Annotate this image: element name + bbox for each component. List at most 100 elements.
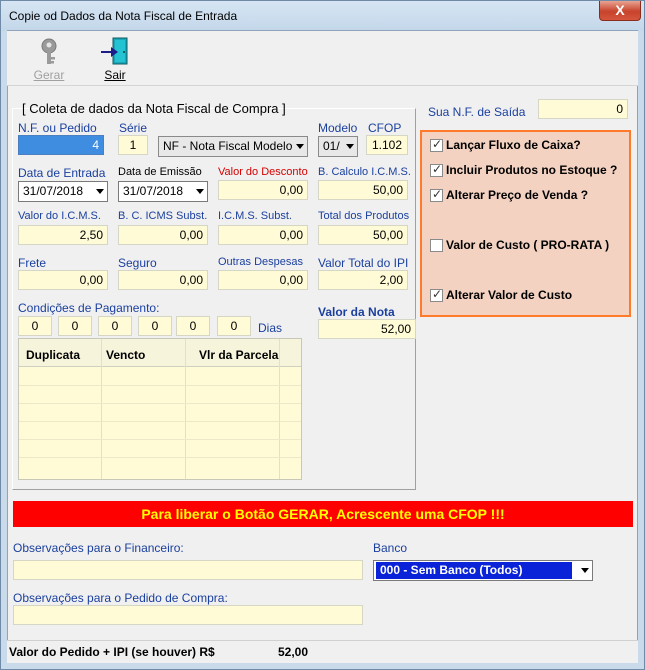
grid-separator <box>185 339 186 479</box>
exit-door-icon <box>101 37 128 65</box>
frete-label: Frete <box>18 256 47 270</box>
alterar-preco-checkbox[interactable]: Alterar Preço de Venda ? <box>430 187 630 204</box>
nf-pedido-label: N.F. ou Pedido <box>18 121 97 135</box>
obs-financeiro-field[interactable] <box>13 560 363 580</box>
total-pedido-label: Valor do Pedido + IPI (se houver) R$ <box>9 645 215 659</box>
condicoes-label: Condições de Pagamento: <box>18 301 160 315</box>
tipo-nota-value: NF - Nota Fiscal Modelo <box>163 139 293 153</box>
lancar-fluxo-checkbox[interactable]: Lançar Fluxo de Caixa? <box>430 137 630 154</box>
seguro-label: Seguro <box>118 256 157 270</box>
condicao-field-6[interactable]: 0 <box>217 316 251 336</box>
modelo-select[interactable]: 01/ <box>318 136 358 157</box>
valor-ipi-label: Valor Total do IPI <box>318 256 409 270</box>
duplicatas-grid[interactable]: Duplicata Vencto Vlr da Parcela <box>18 338 302 480</box>
chevron-down-icon <box>346 144 354 149</box>
grid-row-line <box>19 439 301 440</box>
gerar-button[interactable]: Gerar <box>24 36 74 82</box>
condicao-field-2[interactable]: 0 <box>58 316 92 336</box>
checkbox-box[interactable] <box>430 187 443 202</box>
banco-label: Banco <box>373 541 408 555</box>
obs-pedido-label: Observações para o Pedido de Compra: <box>13 591 228 605</box>
checkbox-box[interactable] <box>430 137 443 152</box>
sair-label: Sair <box>104 68 126 82</box>
chevron-down-icon <box>581 568 589 573</box>
cfop-warning-banner: Para liberar o Botão GERAR, Acrescente u… <box>13 501 633 527</box>
data-entrada-value: 31/07/2018 <box>23 184 84 198</box>
option-label: Valor de Custo ( PRO-RATA ) <box>446 238 610 252</box>
data-emissao-value: 31/07/2018 <box>123 184 184 198</box>
valor-icms-field[interactable]: 2,50 <box>18 225 108 245</box>
alterar-custo-checkbox[interactable]: Alterar Valor de Custo <box>430 287 630 304</box>
base-icms-st-field[interactable]: 0,00 <box>118 225 208 245</box>
sua-nf-label: Sua N.F. de Saída <box>428 105 526 119</box>
condicao-field-5[interactable]: 0 <box>176 316 210 336</box>
incluir-estoque-checkbox[interactable]: Incluir Produtos no Estoque ? <box>430 162 630 179</box>
grid-row-line <box>19 403 301 404</box>
grid-row-line <box>19 457 301 458</box>
total-produtos-field[interactable]: 50,00 <box>318 225 408 245</box>
close-icon: X <box>615 2 625 18</box>
data-entrada-picker[interactable]: 31/07/2018 <box>18 181 108 202</box>
window-title: Copie od Dados da Nota Fiscal de Entrada <box>9 9 238 23</box>
condicao-field-3[interactable]: 0 <box>98 316 132 336</box>
total-produtos-label: Total dos Produtos <box>318 210 410 222</box>
title-bar: Copie od Dados da Nota Fiscal de Entrada… <box>1 1 644 31</box>
sair-button[interactable]: Sair <box>90 36 140 82</box>
modelo-value: 01/ <box>323 139 340 153</box>
col-vlr-parcela[interactable]: Vlr da Parcela <box>199 348 278 362</box>
icms-st-field[interactable]: 0,00 <box>218 225 308 245</box>
obs-financeiro-label: Observações para o Financeiro: <box>13 541 184 555</box>
frete-field[interactable]: 0,00 <box>18 270 108 290</box>
base-icms-field[interactable]: 50,00 <box>318 180 408 200</box>
condicao-field-4[interactable]: 0 <box>138 316 172 336</box>
grid-header: Duplicata Vencto Vlr da Parcela <box>19 339 301 367</box>
modelo-label: Modelo <box>318 121 358 135</box>
option-label: Lançar Fluxo de Caixa? <box>446 138 581 152</box>
sua-nf-field[interactable]: 0 <box>538 99 628 119</box>
checkbox-box[interactable] <box>430 287 443 302</box>
chevron-down-icon <box>96 189 104 194</box>
chevron-down-icon <box>296 144 304 149</box>
condicao-field-1[interactable]: 0 <box>18 316 52 336</box>
base-icms-label: B. Calculo I.C.M.S. <box>318 166 411 178</box>
serie-field[interactable]: 1 <box>118 135 148 155</box>
dias-label: Dias <box>258 321 283 335</box>
data-emissao-picker[interactable]: 31/07/2018 <box>118 181 208 202</box>
serie-label: Série <box>119 121 148 135</box>
cfop-label: CFOP <box>368 121 402 135</box>
status-bar: Valor do Pedido + IPI (se houver) R$ 52,… <box>7 640 638 663</box>
base-icms-st-label: B. C. ICMS Subst. <box>118 210 208 222</box>
panel-title: [ Coleta de dados da Nota Fiscal de Comp… <box>22 101 286 116</box>
data-entrada-label: Data de Entrada <box>18 166 106 180</box>
cfop-field[interactable]: 1.102 <box>366 135 408 155</box>
key-icon <box>41 38 57 64</box>
grid-separator <box>101 339 102 479</box>
grid-separator <box>279 339 280 479</box>
obs-pedido-field[interactable] <box>13 605 363 625</box>
banco-value: 000 - Sem Banco (Todos) <box>376 562 572 579</box>
custo-pro-rata-checkbox[interactable]: Valor de Custo ( PRO-RATA ) <box>430 238 630 254</box>
valor-ipi-field[interactable]: 2,00 <box>318 270 408 290</box>
valor-nota-field[interactable]: 52,00 <box>318 319 416 339</box>
option-label: Incluir Produtos no Estoque ? <box>446 163 618 177</box>
close-button[interactable]: X <box>599 1 641 21</box>
valor-icms-label: Valor do I.C.M.S. <box>18 210 101 222</box>
checkbox-box[interactable] <box>430 239 443 252</box>
nf-pedido-field[interactable]: 4 <box>18 135 104 155</box>
outras-despesas-field[interactable]: 0,00 <box>218 270 308 290</box>
option-label: Alterar Preço de Venda ? <box>446 188 589 202</box>
valor-desconto-label: Valor do Desconto <box>218 166 308 178</box>
valor-nota-label: Valor da Nota <box>318 305 395 319</box>
col-vencto[interactable]: Vencto <box>106 348 145 362</box>
seguro-field[interactable]: 0,00 <box>118 270 208 290</box>
valor-desconto-field[interactable]: 0,00 <box>218 180 308 200</box>
data-emissao-label: Data de Emissão <box>118 166 202 178</box>
options-panel: Lançar Fluxo de Caixa? Incluir Produtos … <box>420 130 631 317</box>
checkbox-box[interactable] <box>430 162 443 177</box>
total-pedido-value: 52,00 <box>278 645 309 659</box>
tipo-nota-select[interactable]: NF - Nota Fiscal Modelo <box>158 136 308 157</box>
grid-row-line <box>19 421 301 422</box>
banco-select[interactable]: 000 - Sem Banco (Todos) <box>373 560 593 581</box>
col-duplicata[interactable]: Duplicata <box>26 348 80 362</box>
option-label: Alterar Valor de Custo <box>446 288 573 302</box>
